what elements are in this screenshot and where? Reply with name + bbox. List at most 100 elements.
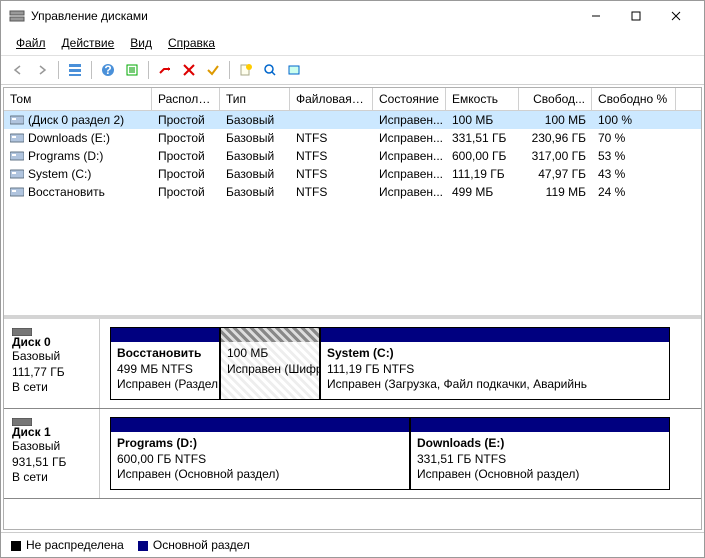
menu-view[interactable]: Вид: [123, 33, 159, 53]
volume-free: 100 МБ: [519, 111, 592, 129]
volume-state: Исправен...: [373, 183, 446, 201]
partitions-container: Восстановить 499 МБ NTFSИсправен (Раздел …: [100, 319, 701, 408]
check-icon[interactable]: [202, 59, 224, 81]
drive-icon: [10, 114, 24, 126]
col-state[interactable]: Состояние: [373, 88, 446, 110]
col-free[interactable]: Свобод...: [519, 88, 592, 110]
volume-freepc: 70 %: [592, 129, 676, 147]
legend: Не распределена Основной раздел: [1, 532, 704, 557]
show-list-icon[interactable]: [64, 59, 86, 81]
partition-title: System (C:): [327, 346, 394, 360]
disk-info[interactable]: Диск 0Базовый111,77 ГБВ сети: [4, 319, 100, 408]
volume-free: 47,97 ГБ: [519, 165, 592, 183]
drive-icon: [10, 150, 24, 162]
partition-sub: 331,51 ГБ NTFS: [417, 452, 506, 466]
svg-text:?: ?: [104, 63, 111, 77]
disk-status: В сети: [12, 380, 91, 396]
volume-layout: Простой: [152, 165, 220, 183]
partition-sub: 499 МБ NTFS: [117, 362, 193, 376]
minimize-button[interactable]: [576, 2, 616, 30]
volume-fs: NTFS: [290, 165, 373, 183]
volume-type: Базовый: [220, 165, 290, 183]
legend-primary-label: Основной раздел: [153, 538, 250, 552]
disk-pane[interactable]: Диск 0Базовый111,77 ГБВ сетиВосстановить…: [4, 319, 701, 529]
volume-row[interactable]: ВосстановитьПростойБазовыйNTFSИсправен..…: [4, 183, 701, 201]
volume-layout: Простой: [152, 129, 220, 147]
disk-size: 111,77 ГБ: [12, 365, 91, 381]
disk-info[interactable]: Диск 1Базовый931,51 ГБВ сети: [4, 409, 100, 498]
partition[interactable]: System (C:)111,19 ГБ NTFSИсправен (Загру…: [320, 327, 670, 400]
volume-fs: NTFS: [290, 129, 373, 147]
help-icon[interactable]: ?: [97, 59, 119, 81]
col-capacity[interactable]: Емкость: [446, 88, 519, 110]
tool-extra-icon[interactable]: [283, 59, 305, 81]
volume-name: (Диск 0 раздел 2): [28, 113, 124, 127]
volume-freepc: 24 %: [592, 183, 676, 201]
partition[interactable]: 100 МБИсправен (Шифр: [220, 327, 320, 400]
volume-free: 119 МБ: [519, 183, 592, 201]
volume-row[interactable]: System (C:)ПростойБазовыйNTFSИсправен...…: [4, 165, 701, 183]
menu-file[interactable]: Файл: [9, 33, 53, 53]
disk-name: Диск 0: [12, 335, 91, 349]
partition-header: [411, 418, 669, 432]
legend-primary-swatch: [138, 541, 148, 551]
volume-row[interactable]: Downloads (E:)ПростойБазовыйNTFSИсправен…: [4, 129, 701, 147]
back-button: [7, 59, 29, 81]
partition-title: Восстановить: [117, 346, 201, 360]
new-icon[interactable]: [235, 59, 257, 81]
titlebar: Управление дисками: [1, 1, 704, 31]
volume-capacity: 111,19 ГБ: [446, 165, 519, 183]
volume-list[interactable]: Том Располо... Тип Файловая с... Состоян…: [4, 88, 701, 319]
partition[interactable]: Downloads (E:)331,51 ГБ NTFSИсправен (Ос…: [410, 417, 670, 490]
partition[interactable]: Programs (D:)600,00 ГБ NTFSИсправен (Осн…: [110, 417, 410, 490]
col-filesystem[interactable]: Файловая с...: [290, 88, 373, 110]
partition-sub: 111,19 ГБ NTFS: [327, 362, 414, 376]
disk-row: Диск 1Базовый931,51 ГБВ сетиPrograms (D:…: [4, 409, 701, 499]
partition-sub: 100 МБ: [227, 346, 268, 360]
partition-status: Исправен (Раздел изгот: [117, 377, 219, 391]
volume-free: 317,00 ГБ: [519, 147, 592, 165]
partition-status: Исправен (Основной раздел): [117, 467, 279, 481]
delete-icon[interactable]: [178, 59, 200, 81]
volume-fs: NTFS: [290, 183, 373, 201]
col-freepc[interactable]: Свободно %: [592, 88, 676, 110]
content-area: Том Располо... Тип Файловая с... Состоян…: [3, 87, 702, 530]
col-type[interactable]: Тип: [220, 88, 290, 110]
partition[interactable]: Восстановить 499 МБ NTFSИсправен (Раздел …: [110, 327, 220, 400]
legend-unallocated-swatch: [11, 541, 21, 551]
volume-type: Базовый: [220, 111, 290, 129]
maximize-button[interactable]: [616, 2, 656, 30]
legend-unallocated-label: Не распределена: [26, 538, 124, 552]
volume-row[interactable]: Programs (D:)ПростойБазовыйNTFSИсправен.…: [4, 147, 701, 165]
disk-icon: [12, 415, 32, 423]
refresh-icon[interactable]: [121, 59, 143, 81]
disk-type: Базовый: [12, 439, 91, 455]
volume-type: Базовый: [220, 183, 290, 201]
disk-icon: [12, 325, 32, 333]
volume-freepc: 100 %: [592, 111, 676, 129]
toolbar: ?: [1, 56, 704, 85]
col-volume[interactable]: Том: [4, 88, 152, 110]
volume-free: 230,96 ГБ: [519, 129, 592, 147]
search-icon[interactable]: [259, 59, 281, 81]
volume-row[interactable]: (Диск 0 раздел 2)ПростойБазовыйИсправен.…: [4, 111, 701, 129]
volume-capacity: 100 МБ: [446, 111, 519, 129]
disk-name: Диск 1: [12, 425, 91, 439]
close-button[interactable]: [656, 2, 696, 30]
volume-capacity: 600,00 ГБ: [446, 147, 519, 165]
volume-state: Исправен...: [373, 147, 446, 165]
volume-type: Базовый: [220, 147, 290, 165]
rescan-icon[interactable]: [154, 59, 176, 81]
volume-layout: Простой: [152, 183, 220, 201]
partition-status: Исправен (Основной раздел): [417, 467, 579, 481]
disk-status: В сети: [12, 470, 91, 486]
menu-help[interactable]: Справка: [161, 33, 222, 53]
col-layout[interactable]: Располо...: [152, 88, 220, 110]
menu-action[interactable]: Действие: [55, 33, 122, 53]
volume-header-row: Том Располо... Тип Файловая с... Состоян…: [4, 88, 701, 111]
disk-type: Базовый: [12, 349, 91, 365]
partition-header: [111, 328, 219, 342]
volume-state: Исправен...: [373, 165, 446, 183]
partition-sub: 600,00 ГБ NTFS: [117, 452, 206, 466]
disk-row: Диск 0Базовый111,77 ГБВ сетиВосстановить…: [4, 319, 701, 409]
